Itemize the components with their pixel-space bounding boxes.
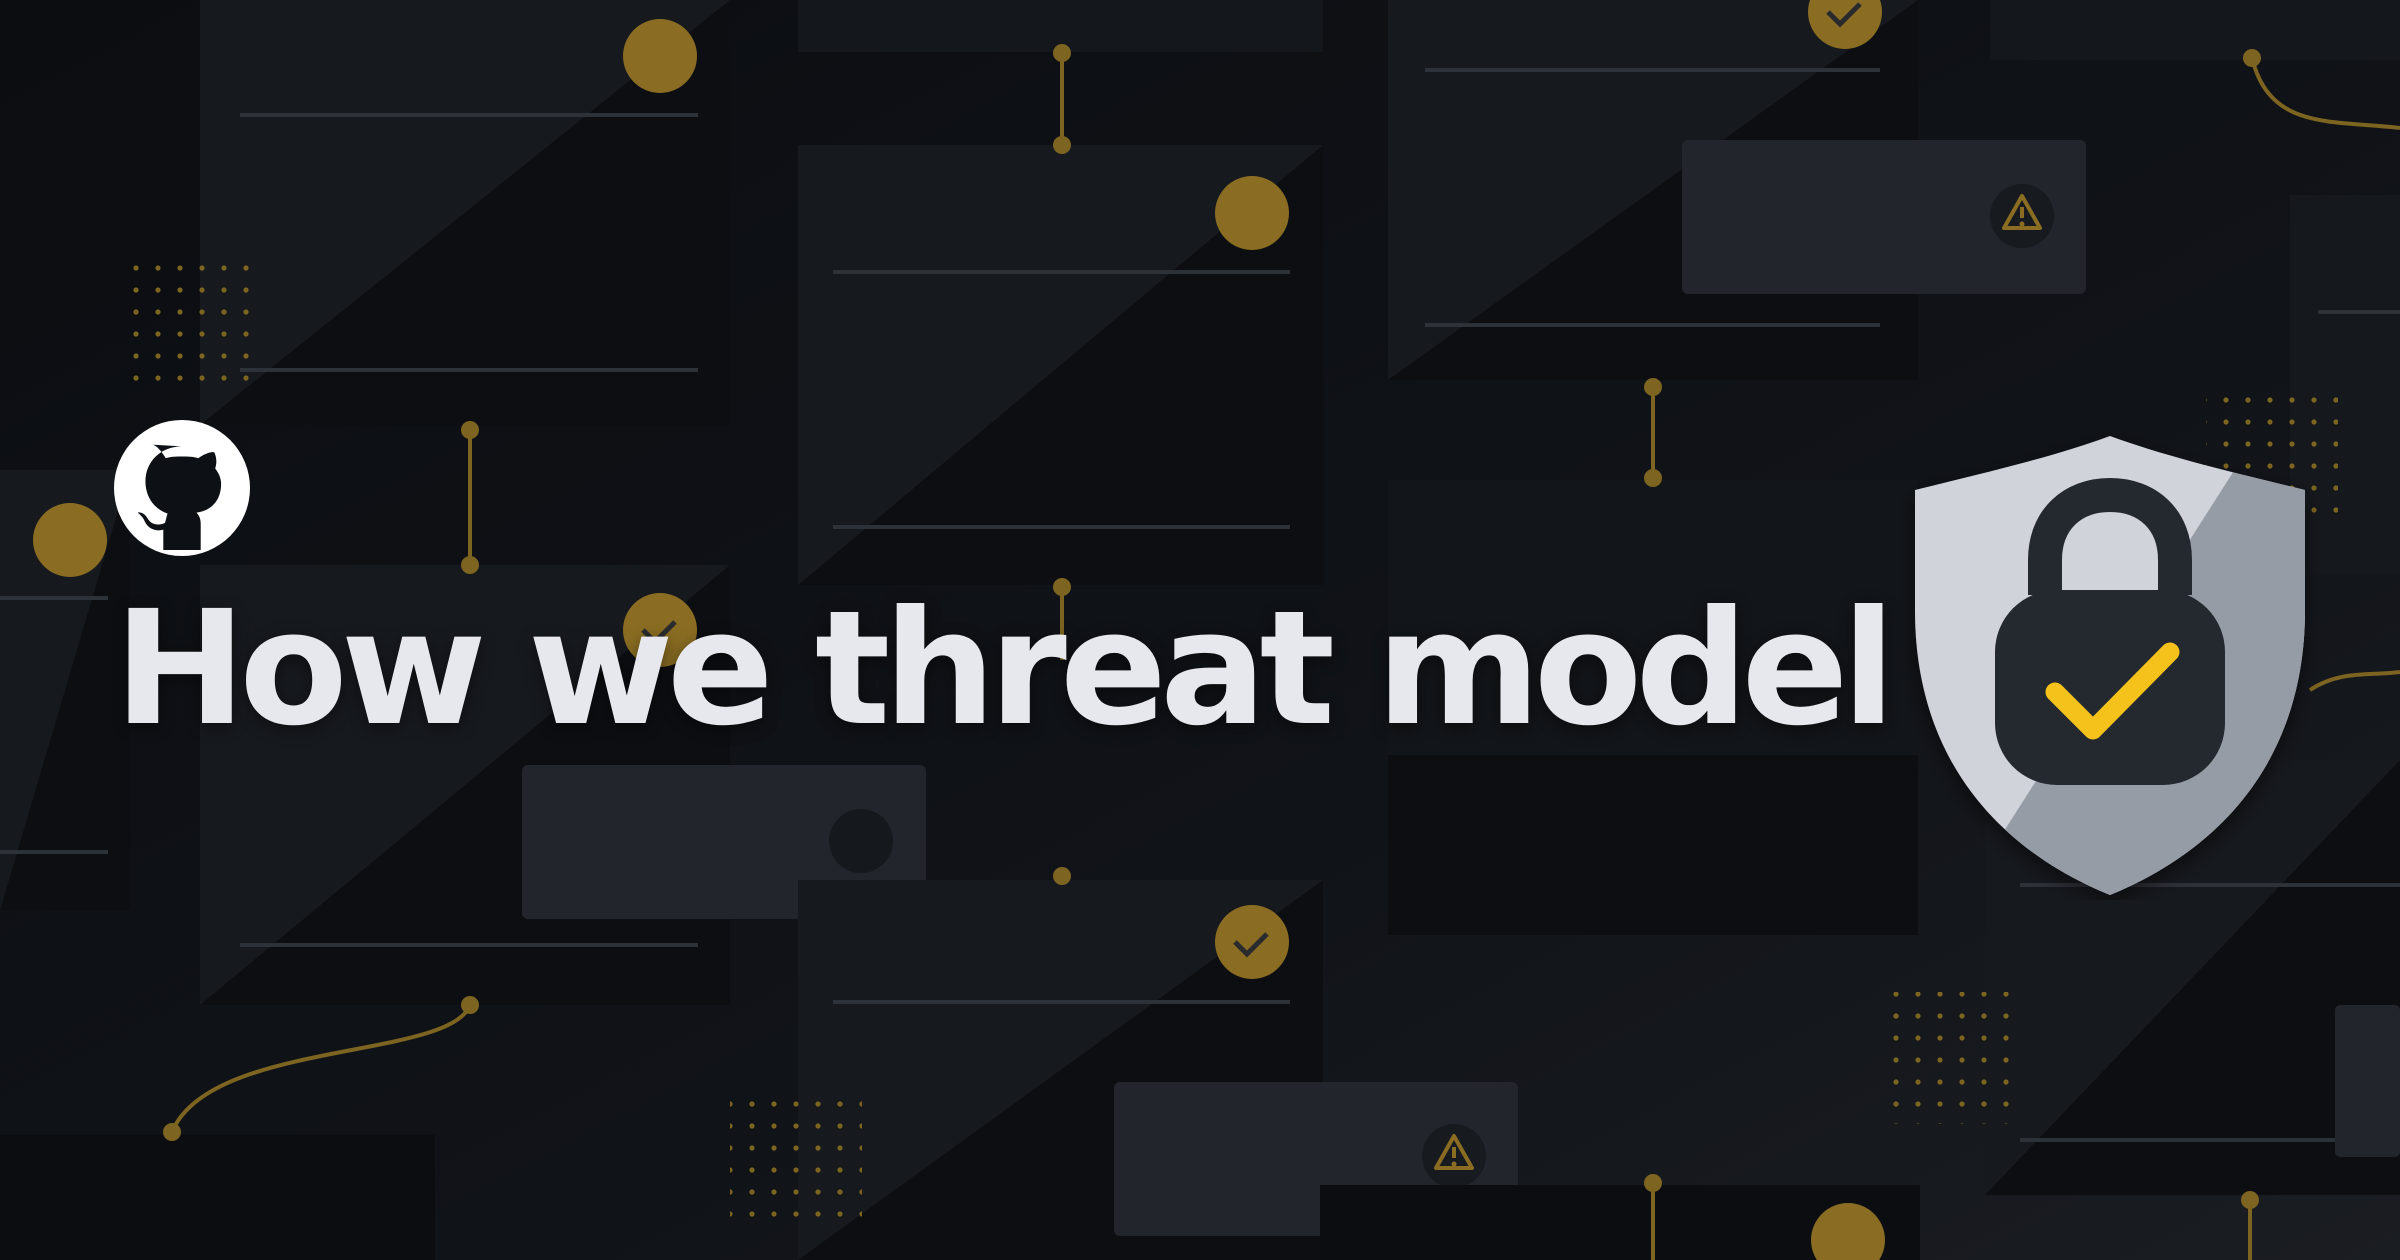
warning-card-top — [1682, 140, 2086, 294]
panel-top-center — [798, 145, 1323, 585]
hero-banner: How we threat model — [0, 0, 2400, 1260]
shield-icon — [1915, 436, 2305, 895]
page-title: How we threat model — [114, 577, 1896, 761]
panel-top-left — [200, 0, 730, 425]
dot-grid — [133, 252, 265, 384]
github-octocat-icon — [114, 420, 250, 556]
